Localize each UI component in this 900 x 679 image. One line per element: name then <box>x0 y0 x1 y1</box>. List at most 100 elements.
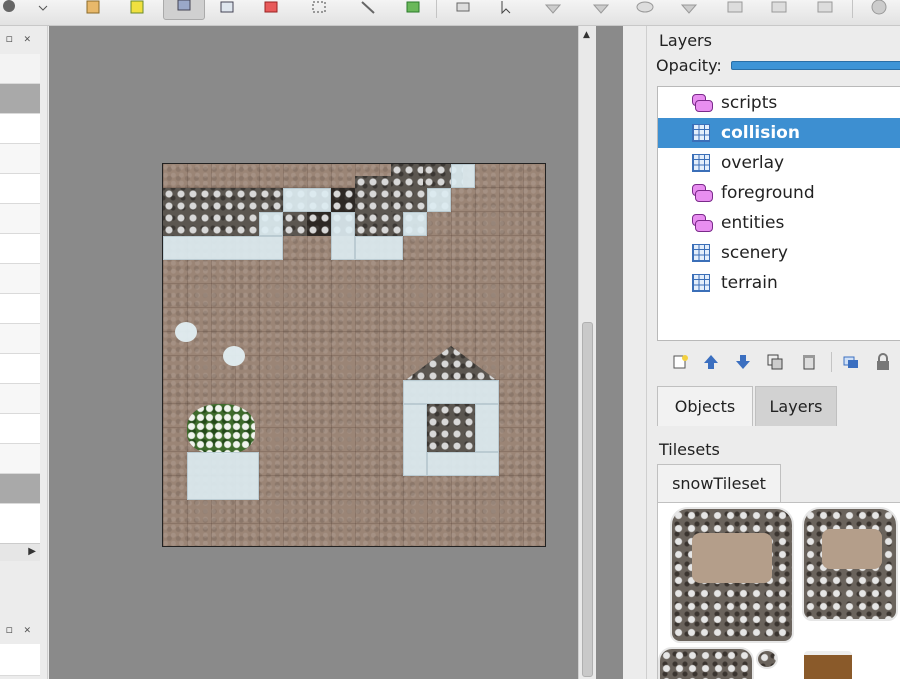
select-icon[interactable] <box>214 0 240 22</box>
scroll-up-arrow[interactable]: ▲ <box>583 30 590 40</box>
layer-row-foreground[interactable]: foreground <box>658 178 900 208</box>
property-row[interactable] <box>0 294 40 324</box>
tile-layer-icon <box>690 273 712 293</box>
object-layer-icon <box>690 183 713 203</box>
property-row[interactable] <box>0 234 40 264</box>
pointer-icon[interactable] <box>494 0 520 22</box>
layer-row-collision[interactable]: collision <box>658 118 900 148</box>
move-down-icon[interactable] <box>733 352 753 372</box>
duplicate-icon[interactable] <box>765 352 785 372</box>
collision-tile <box>403 404 427 476</box>
layer-row-scripts[interactable]: scripts <box>658 88 900 118</box>
collision-tile <box>475 404 499 452</box>
property-row[interactable] <box>0 644 40 676</box>
collision-tile <box>259 212 283 236</box>
scroll-right-arrow[interactable]: ▶ <box>28 546 36 557</box>
tile-layer-icon <box>690 123 712 143</box>
lock-icon[interactable] <box>873 352 893 372</box>
opacity-slider[interactable] <box>731 61 900 70</box>
map-vertical-scrollbar[interactable]: ▲ <box>578 26 596 679</box>
export-icon[interactable] <box>80 0 106 22</box>
stamp-icon[interactable] <box>0 0 22 22</box>
collision-tile <box>163 236 283 260</box>
property-row[interactable] <box>0 114 40 144</box>
property-row[interactable] <box>0 384 40 414</box>
collision-tile <box>331 212 355 260</box>
collision-tile <box>427 188 451 212</box>
layer-row-entities[interactable]: entities <box>658 208 900 238</box>
float-button[interactable]: ◻ <box>6 623 13 636</box>
rect-select-icon[interactable] <box>306 0 332 22</box>
tile-dirt[interactable] <box>822 529 882 569</box>
tile-boulder[interactable] <box>756 649 778 669</box>
monitor-icon[interactable] <box>676 0 702 22</box>
horizontal-scrollbar[interactable]: ▶ <box>0 543 40 561</box>
tab-objects[interactable]: Objects <box>657 386 753 426</box>
layer-label: scenery <box>721 243 788 263</box>
layer-label: terrain <box>721 273 778 293</box>
tile-barrels[interactable] <box>804 651 852 679</box>
close-button[interactable]: ✕ <box>24 623 31 636</box>
move-up-icon[interactable] <box>701 352 721 372</box>
snowball <box>175 322 197 342</box>
property-row[interactable] <box>0 354 40 384</box>
float-button[interactable]: ◻ <box>6 32 13 45</box>
tileset-view[interactable] <box>657 502 900 679</box>
delete-icon[interactable] <box>799 352 819 372</box>
collision-tile <box>403 380 499 404</box>
object-layer-icon <box>690 93 713 113</box>
ruler-icon[interactable] <box>632 0 658 22</box>
tab-snowtileset[interactable]: snowTileset <box>657 464 781 502</box>
property-group-row[interactable] <box>0 84 40 114</box>
tab-label: Layers <box>769 397 823 416</box>
property-row[interactable] <box>0 54 40 84</box>
shape-icon[interactable] <box>400 0 426 22</box>
property-row[interactable] <box>0 444 40 474</box>
property-row[interactable] <box>0 324 40 354</box>
polygon-icon[interactable] <box>450 0 476 22</box>
wand-icon[interactable] <box>355 0 381 22</box>
layer-label: entities <box>721 213 785 233</box>
layer-label: scripts <box>721 93 778 113</box>
collision-tile <box>355 236 403 260</box>
tile-rock-small[interactable] <box>658 647 754 679</box>
properties-dock: ◻ ✕ ▶ ◻ ✕ <box>0 26 48 679</box>
ellipse-icon[interactable] <box>588 0 614 22</box>
tile-map[interactable] <box>162 163 546 547</box>
map-view[interactable] <box>49 26 623 679</box>
toggle-other-layers-icon[interactable] <box>841 352 861 372</box>
layer-label: collision <box>721 123 800 143</box>
tile-layer-icon <box>690 153 712 173</box>
layer-toolbar <box>657 348 900 378</box>
tile-layer-icon <box>690 243 712 263</box>
fill-icon[interactable] <box>258 0 284 22</box>
property-row[interactable] <box>0 204 40 234</box>
property-group-row[interactable] <box>0 474 40 504</box>
property-row[interactable] <box>0 264 40 294</box>
tab-layers[interactable]: Layers <box>755 386 837 426</box>
rock-roof <box>403 346 499 382</box>
tile-dirt[interactable] <box>692 533 772 583</box>
edit-icon[interactable] <box>124 0 150 22</box>
camera-icon[interactable] <box>722 0 748 22</box>
scroll-thumb[interactable] <box>582 322 593 677</box>
chevron-down-icon[interactable] <box>30 0 56 22</box>
property-row[interactable] <box>0 144 40 174</box>
collision-tile <box>403 212 427 236</box>
object-layer-icon <box>690 213 713 233</box>
layer-label: foreground <box>721 183 815 203</box>
globe-icon[interactable] <box>866 0 892 22</box>
spray-icon[interactable] <box>812 0 838 22</box>
layer-row-scenery[interactable]: scenery <box>658 238 900 268</box>
tab-label: Objects <box>674 397 736 416</box>
property-row[interactable] <box>0 414 40 444</box>
close-button[interactable]: ✕ <box>24 32 31 45</box>
new-layer-icon[interactable] <box>671 352 691 372</box>
property-row[interactable] <box>0 504 40 544</box>
window-icon[interactable] <box>766 0 792 22</box>
eraser-icon[interactable] <box>163 0 205 20</box>
layer-row-terrain[interactable]: terrain <box>658 268 900 298</box>
pin-icon[interactable] <box>540 0 566 22</box>
layer-row-overlay[interactable]: overlay <box>658 148 900 178</box>
property-row[interactable] <box>0 174 40 204</box>
